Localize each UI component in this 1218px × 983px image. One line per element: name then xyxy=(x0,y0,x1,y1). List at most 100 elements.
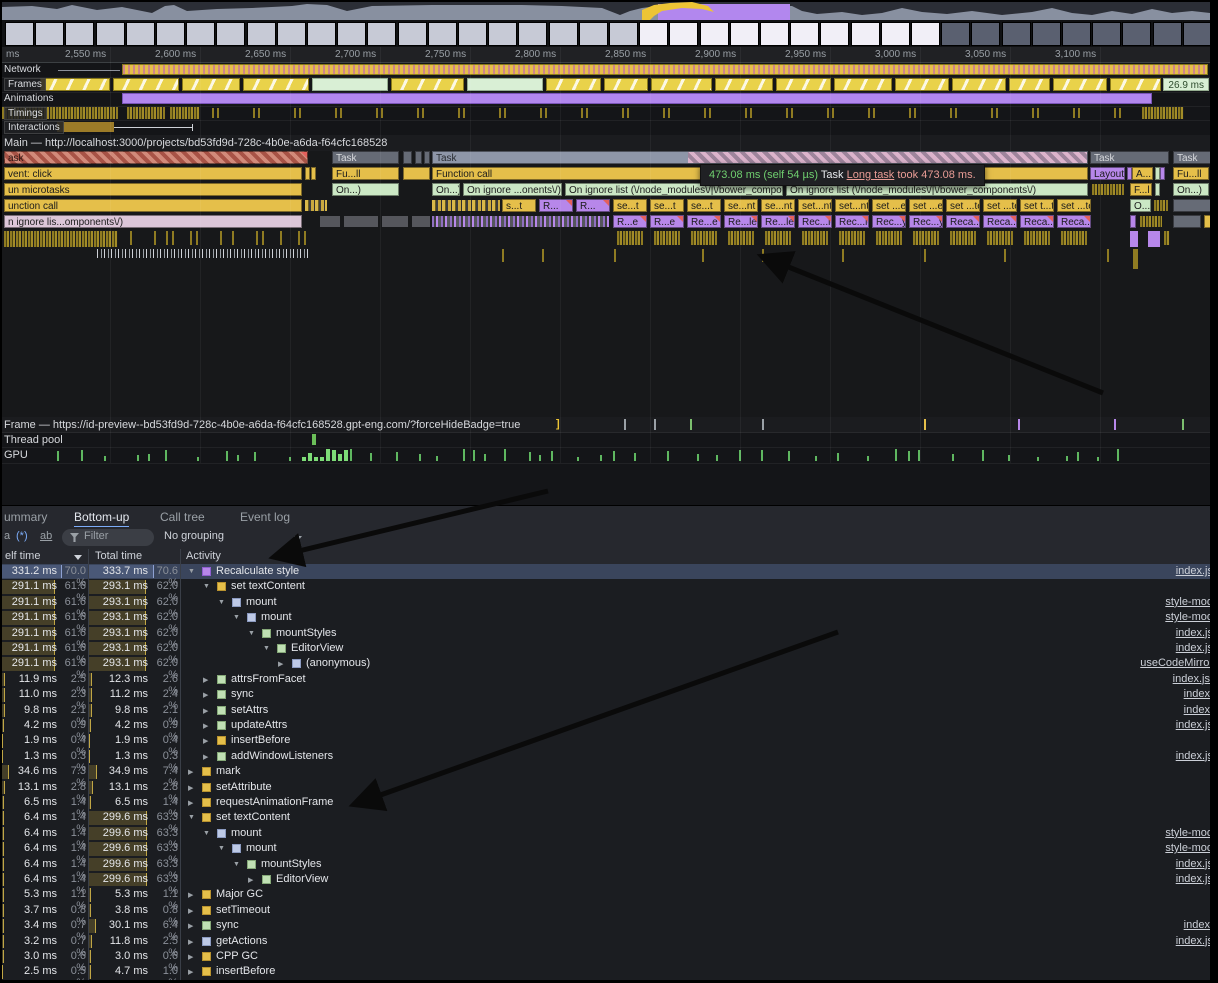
task-bar[interactable]: Task xyxy=(1173,151,1210,164)
render-frag[interactable] xyxy=(1160,167,1165,180)
tab-event-log[interactable]: Event log xyxy=(240,506,290,528)
frame-block[interactable] xyxy=(40,78,110,91)
timings-track-label[interactable]: Timings xyxy=(4,107,47,120)
table-row[interactable]: 1.9 ms0.4 %1.9 ms0.4 %▶insertBefore xyxy=(2,733,1210,748)
filmstrip-thumbnail[interactable] xyxy=(216,22,245,46)
source-link[interactable]: index.js xyxy=(1176,858,1210,870)
activity-label[interactable]: mountStyles xyxy=(276,627,337,639)
filmstrip-thumbnail[interactable] xyxy=(126,22,155,46)
expand-open-icon[interactable]: ▼ xyxy=(248,630,255,637)
activity-label[interactable]: requestAnimationFrame xyxy=(216,796,333,808)
filter-input[interactable]: Filter xyxy=(62,529,154,546)
frame-block[interactable] xyxy=(1110,78,1161,91)
expand-open-icon[interactable]: ▼ xyxy=(218,599,225,606)
thread-pool-track[interactable]: Thread pool xyxy=(2,432,1210,448)
run-microtasks-bar[interactable]: un microtasks xyxy=(4,183,302,196)
frame-block[interactable] xyxy=(895,78,949,91)
gpu-track[interactable]: GPU xyxy=(2,447,1210,464)
col-self-time[interactable]: elf time xyxy=(5,550,40,562)
source-link[interactable]: index. xyxy=(1184,688,1210,700)
filmstrip-thumbnail[interactable] xyxy=(609,22,638,46)
source-link[interactable]: index. xyxy=(1184,919,1210,931)
activity-label[interactable]: (anonymous) xyxy=(306,657,370,669)
regex-icon[interactable]: (*) xyxy=(16,530,28,542)
on-ignore-bar[interactable]: On...) xyxy=(1173,183,1209,196)
filmstrip-thumbnail[interactable] xyxy=(549,22,578,46)
activity-label[interactable]: mount xyxy=(261,611,292,623)
task-bar[interactable] xyxy=(403,151,412,164)
expand-closed-icon[interactable]: ▶ xyxy=(188,938,193,946)
set-textcontent-chip[interactable]: set ...tent xyxy=(1057,199,1091,212)
source-link[interactable]: index.js xyxy=(1176,873,1210,885)
set-textcontent-chip[interactable]: set ...ent xyxy=(872,199,906,212)
table-row[interactable]: 291.1 ms61.6 %293.1 ms62.0 %▼EditorViewi… xyxy=(2,641,1210,656)
task-bar[interactable]: Task xyxy=(1090,151,1169,164)
set-textcontent-chip[interactable]: set...nt xyxy=(835,199,869,212)
activity-label[interactable]: mountStyles xyxy=(261,858,322,870)
activity-label[interactable]: CPP GC xyxy=(216,950,258,962)
frame-track-label[interactable]: Frame — https://id-preview--bd53fd9d-728… xyxy=(4,419,520,431)
network-track-label[interactable]: Network xyxy=(4,64,41,75)
grouping-select[interactable]: No grouping xyxy=(164,530,224,542)
activity-label[interactable]: addWindowListeners xyxy=(231,750,333,762)
filmstrip-thumbnail[interactable] xyxy=(186,22,215,46)
expand-closed-icon[interactable]: ▶ xyxy=(188,968,193,976)
filmstrip-thumbnail[interactable] xyxy=(820,22,849,46)
activity-label[interactable]: EditorView xyxy=(291,642,343,654)
filmstrip-thumbnail[interactable] xyxy=(881,22,910,46)
expand-open-icon[interactable]: ▼ xyxy=(203,830,210,837)
filmstrip-track[interactable] xyxy=(2,20,1210,47)
filmstrip-thumbnail[interactable] xyxy=(911,22,940,46)
filmstrip-thumbnail[interactable] xyxy=(941,22,970,46)
filmstrip-thumbnail[interactable] xyxy=(65,22,94,46)
table-row[interactable]: 34.6 ms7.3 %34.9 ms7.4 %▶mark xyxy=(2,764,1210,779)
filmstrip-thumbnail[interactable] xyxy=(700,22,729,46)
table-row[interactable]: 11.9 ms2.5 %12.3 ms2.6 %▶attrsFromFaceti… xyxy=(2,672,1210,687)
table-row[interactable]: 5.3 ms1.1 %5.3 ms1.1 %▶Major GC xyxy=(2,887,1210,902)
filmstrip-thumbnail[interactable] xyxy=(428,22,457,46)
frame-block[interactable] xyxy=(546,78,601,91)
main-flame-chart[interactable]: askTaskTaskTaskTaskvent: clickFu...llFun… xyxy=(2,151,1210,417)
source-link[interactable]: index.js xyxy=(1176,565,1210,577)
filmstrip-thumbnail[interactable] xyxy=(1032,22,1061,46)
table-row[interactable]: 6.4 ms1.4 %299.6 ms63.3 %▼mountstyle-mod xyxy=(2,841,1210,856)
source-link[interactable]: index.js xyxy=(1176,719,1210,731)
recalculate-style-chip[interactable]: Re...le xyxy=(724,215,758,228)
activity-label[interactable]: attrsFromFacet xyxy=(231,673,306,685)
on-ignore-chip[interactable]: O... xyxy=(1130,199,1151,212)
recalculate-style-chip[interactable]: Re...e xyxy=(687,215,721,228)
activity-label[interactable]: sync xyxy=(231,688,254,700)
filmstrip-thumbnail[interactable] xyxy=(730,22,759,46)
tab-bottom-up[interactable]: Bottom-up xyxy=(74,506,129,528)
on-ignore-bar[interactable]: On...) xyxy=(432,183,460,196)
function-call-bar[interactable]: unction call xyxy=(4,199,302,212)
activity-label[interactable]: updateAttrs xyxy=(231,719,287,731)
function-bar[interactable]: F...l xyxy=(1130,183,1152,196)
filmstrip-thumbnail[interactable] xyxy=(1062,22,1091,46)
recalculate-style-chip[interactable]: R...e xyxy=(613,215,647,228)
table-row[interactable]: 6.4 ms1.4 %299.6 ms63.3 %▼mountStylesind… xyxy=(2,857,1210,872)
expand-open-icon[interactable]: ▼ xyxy=(188,814,195,821)
interactions-track-label[interactable]: Interactions xyxy=(4,121,64,134)
expand-closed-icon[interactable]: ▶ xyxy=(188,922,193,930)
on-ignore-bar[interactable]: On...) xyxy=(332,183,399,196)
source-link[interactable]: index.js xyxy=(1176,750,1210,762)
expand-closed-icon[interactable]: ▶ xyxy=(188,784,193,792)
filmstrip-thumbnail[interactable] xyxy=(1183,22,1210,46)
animations-track-label[interactable]: Animations xyxy=(4,93,53,104)
gpu-track-label[interactable]: GPU xyxy=(4,449,28,461)
source-link[interactable]: index.js xyxy=(1176,627,1210,639)
table-row[interactable]: 291.1 ms61.6 %293.1 ms62.0 %▼mountStyles… xyxy=(2,626,1210,641)
filmstrip-thumbnail[interactable] xyxy=(1122,22,1151,46)
recalculate-style-chip[interactable]: Reca...tyle xyxy=(1020,215,1054,228)
expand-closed-icon[interactable]: ▶ xyxy=(203,707,208,715)
table-row[interactable]: 291.1 ms61.6 %293.1 ms62.0 %▼mountstyle-… xyxy=(2,595,1210,610)
set-textcontent-chip[interactable]: se...nt xyxy=(724,199,758,212)
long-task-bar[interactable]: ask xyxy=(4,151,308,164)
activity-label[interactable]: setTimeout xyxy=(216,904,270,916)
table-row[interactable]: 3.0 ms0.6 %3.0 ms0.6 %▶CPP GC xyxy=(2,949,1210,964)
filmstrip-thumbnail[interactable] xyxy=(156,22,185,46)
cpu-overview-strip[interactable] xyxy=(2,2,1210,20)
filmstrip-thumbnail[interactable] xyxy=(35,22,64,46)
filmstrip-thumbnail[interactable] xyxy=(851,22,880,46)
